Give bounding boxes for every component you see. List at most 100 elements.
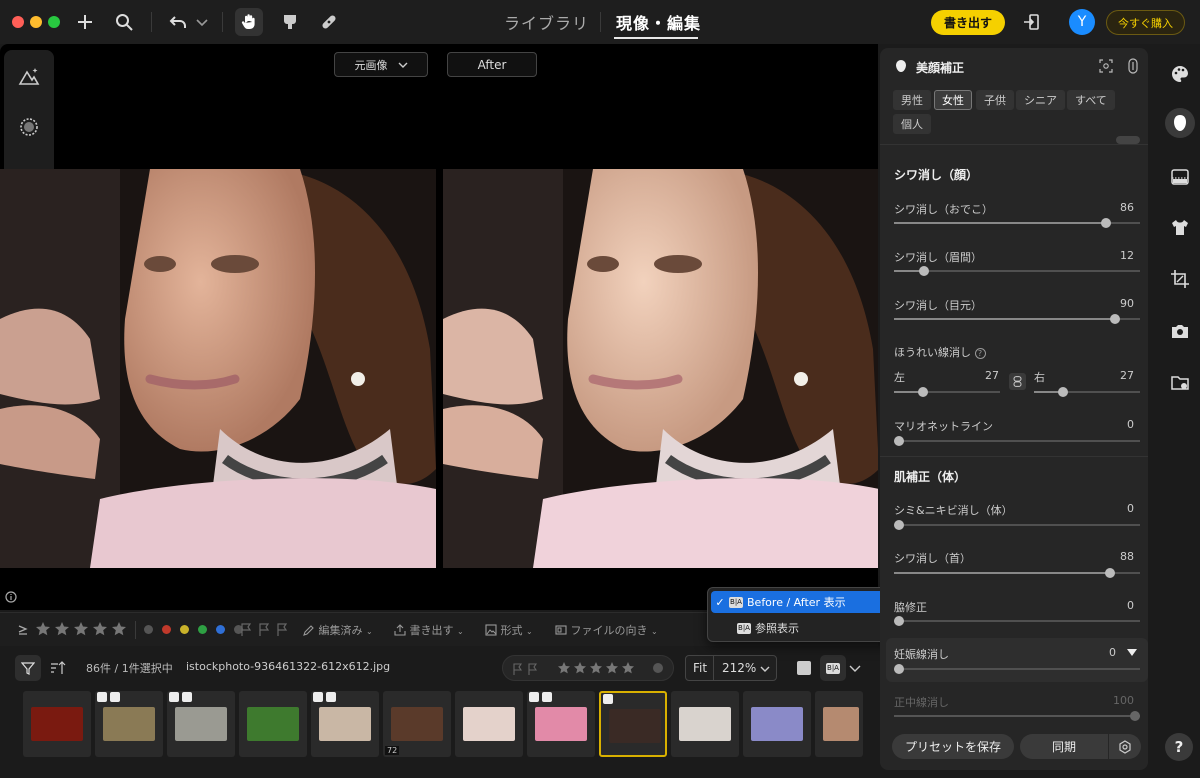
- body-spots-slider[interactable]: [893, 520, 1140, 530]
- menu-item-reference[interactable]: B|A 参照表示: [711, 617, 887, 639]
- color-label-yellow[interactable]: [180, 625, 189, 634]
- slider-knob[interactable]: [917, 387, 928, 397]
- thumbnail[interactable]: [167, 691, 235, 757]
- minimize-window-button[interactable]: [30, 16, 42, 28]
- folder-sync-icon[interactable]: [1167, 370, 1193, 396]
- thumbnail[interactable]: [455, 691, 523, 757]
- slider-knob[interactable]: [1100, 218, 1111, 228]
- neck-slider[interactable]: [894, 568, 1140, 578]
- chip-all[interactable]: すべて: [1067, 90, 1115, 110]
- compare-icon[interactable]: [1127, 58, 1139, 74]
- before-source-dropdown[interactable]: 元画像: [334, 52, 428, 77]
- undo-history-chevron-icon[interactable]: [192, 8, 212, 36]
- single-view-icon[interactable]: [797, 661, 811, 675]
- search-icon[interactable]: [110, 8, 138, 36]
- armpit-slider[interactable]: [893, 616, 1140, 626]
- thumbnail[interactable]: [671, 691, 739, 757]
- sign-in-icon[interactable]: [1017, 8, 1045, 36]
- face-detect-icon[interactable]: [1099, 59, 1113, 73]
- crop-icon[interactable]: [1167, 266, 1193, 292]
- avatar[interactable]: Y: [1069, 9, 1095, 35]
- glabella-value[interactable]: 12: [1120, 249, 1134, 262]
- clothing-icon[interactable]: [1167, 214, 1193, 240]
- tab-develop[interactable]: 現像・編集: [616, 10, 701, 34]
- chip-individual[interactable]: 個人: [893, 114, 931, 134]
- nasolabial-left-slider[interactable]: [894, 387, 1000, 397]
- glabella-slider[interactable]: [894, 266, 1140, 276]
- midline-slider[interactable]: [894, 711, 1141, 721]
- palette-icon[interactable]: [1167, 61, 1193, 87]
- chip-male[interactable]: 男性: [893, 90, 931, 110]
- gradient-icon[interactable]: [1167, 164, 1193, 190]
- view-mode-chevron-icon[interactable]: [849, 663, 861, 673]
- rating-quick-pill[interactable]: [502, 655, 674, 681]
- slider-knob[interactable]: [918, 266, 929, 276]
- body-spots-value[interactable]: 0: [1127, 502, 1134, 515]
- thumbnail[interactable]: [311, 691, 379, 757]
- slider-knob[interactable]: [893, 520, 904, 530]
- hand-tool-icon[interactable]: [235, 8, 263, 36]
- marionette-value[interactable]: 0: [1127, 418, 1134, 431]
- orientation-filter[interactable]: ファイルの向き ⌄: [555, 622, 658, 638]
- thumbnail-selected[interactable]: [599, 691, 667, 757]
- collapsed-row-toggle[interactable]: [1116, 136, 1140, 144]
- sort-icon[interactable]: [50, 660, 66, 679]
- slider-knob[interactable]: [893, 664, 904, 674]
- thumbnail[interactable]: [23, 691, 91, 757]
- chip-senior[interactable]: シニア: [1016, 90, 1065, 110]
- link-icon[interactable]: [1009, 373, 1026, 390]
- slider-knob[interactable]: [1105, 568, 1116, 578]
- eyes-value[interactable]: 90: [1120, 297, 1134, 310]
- slider-knob[interactable]: [1130, 711, 1141, 721]
- thumbnail[interactable]: [239, 691, 307, 757]
- zoom-level[interactable]: 212%: [722, 661, 756, 675]
- healing-tool-icon[interactable]: [315, 8, 343, 36]
- menu-item-before-after[interactable]: ✓ B|A Before / After 表示: [711, 591, 887, 613]
- stretch-slider[interactable]: [893, 664, 1140, 674]
- stretch-value[interactable]: 0: [1109, 646, 1116, 659]
- color-label-blue[interactable]: [216, 625, 225, 634]
- help-circle-icon[interactable]: ?: [974, 348, 986, 359]
- color-label-red[interactable]: [162, 625, 171, 634]
- zoom-window-button[interactable]: [48, 16, 60, 28]
- forehead-value[interactable]: 86: [1120, 201, 1134, 214]
- edited-filter[interactable]: 編集済み ⌄: [303, 622, 373, 638]
- slider-knob[interactable]: [893, 616, 904, 626]
- zoom-control[interactable]: Fit 212%: [685, 655, 777, 681]
- eyes-slider[interactable]: [894, 314, 1140, 324]
- filter-funnel-icon[interactable]: [15, 655, 41, 681]
- chip-child[interactable]: 子供: [976, 90, 1014, 110]
- color-label-green[interactable]: [198, 625, 207, 634]
- sync-settings-icon[interactable]: [1109, 734, 1141, 759]
- nasolabial-left-value[interactable]: 27: [985, 369, 999, 382]
- fit-button[interactable]: Fit: [693, 661, 707, 675]
- nasolabial-right-slider[interactable]: [1034, 387, 1140, 397]
- nasolabial-right-value[interactable]: 27: [1120, 369, 1134, 382]
- add-icon[interactable]: [71, 8, 99, 36]
- camera-icon[interactable]: [1167, 318, 1193, 344]
- slider-knob[interactable]: [1110, 314, 1121, 324]
- info-icon[interactable]: [5, 591, 17, 603]
- face-retouch-icon[interactable]: [1165, 108, 1195, 138]
- buy-now-button[interactable]: 今すぐ購入: [1106, 10, 1185, 35]
- thumbnail[interactable]: [743, 691, 811, 757]
- forehead-slider[interactable]: [894, 218, 1140, 228]
- triangle-down-icon[interactable]: [1127, 649, 1137, 657]
- export-button[interactable]: 書き出す: [931, 10, 1005, 35]
- tab-library[interactable]: ライブラリ: [504, 10, 589, 34]
- save-preset-button[interactable]: プリセットを保存: [892, 734, 1014, 759]
- thumbnail-stack[interactable]: 72: [383, 691, 451, 757]
- close-window-button[interactable]: [12, 16, 24, 28]
- undo-icon[interactable]: [164, 8, 192, 36]
- neck-value[interactable]: 88: [1120, 550, 1134, 563]
- star-rating-filter[interactable]: [36, 622, 126, 636]
- midline-value[interactable]: 100: [1113, 694, 1134, 707]
- vignette-circle-icon[interactable]: [16, 114, 42, 140]
- rating-filter-operator-icon[interactable]: [18, 624, 28, 636]
- thumbnail[interactable]: [815, 691, 863, 757]
- armpit-value[interactable]: 0: [1127, 599, 1134, 612]
- slider-knob[interactable]: [1057, 387, 1068, 397]
- before-after-toggle[interactable]: B|A: [820, 655, 846, 681]
- marionette-slider[interactable]: [893, 436, 1140, 446]
- ai-landscape-icon[interactable]: [16, 64, 42, 90]
